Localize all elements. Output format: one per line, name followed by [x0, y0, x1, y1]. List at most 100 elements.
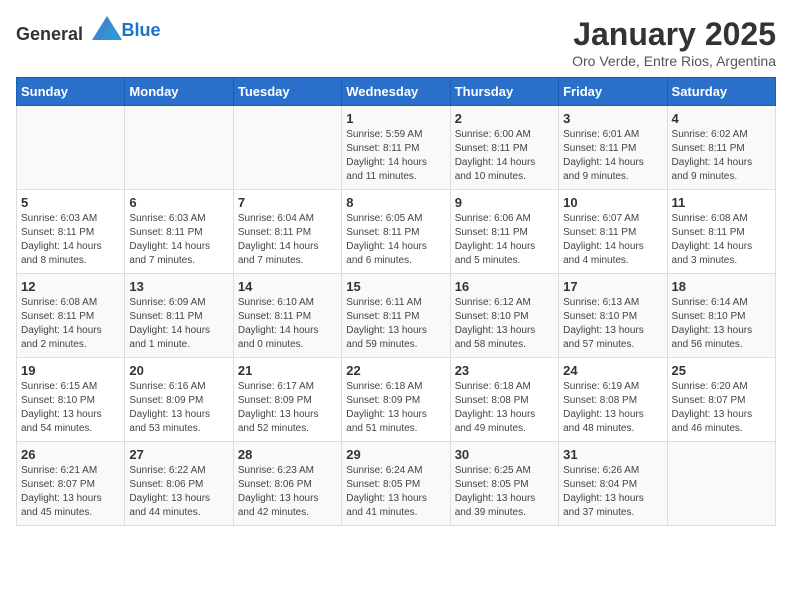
day-info: Sunrise: 6:10 AM Sunset: 8:11 PM Dayligh…: [238, 296, 337, 352]
day-info: Sunrise: 6:24 AM Sunset: 8:05 PM Dayligh…: [346, 464, 445, 520]
calendar-cell: 21Sunrise: 6:17 AM Sunset: 8:09 PM Dayli…: [233, 358, 341, 442]
calendar-cell: 12 Sunrise: 6:08 AM Sunset: 8:11 PM Dayli…: [17, 274, 125, 358]
calendar-cell: [17, 106, 125, 190]
day-number: 23: [455, 363, 554, 378]
day-info: Sunrise: 6:08 AM Sunset: 8:11 PM Dayligh…: [21, 296, 120, 352]
day-number: 10: [563, 195, 662, 210]
calendar-cell: 13Sunrise: 6:09 AM Sunset: 8:11 PM Dayli…: [125, 274, 233, 358]
day-info: Sunrise: 6:01 AM Sunset: 8:11 PM Dayligh…: [563, 128, 662, 184]
day-number: 18: [672, 279, 771, 294]
calendar-cell: 23 Sunrise: 6:18 AM Sunset: 8:08 PM Dayli…: [450, 358, 558, 442]
day-info: Sunrise: 6:19 AM Sunset: 8:08 PM Dayligh…: [563, 380, 662, 436]
day-number: 3: [563, 111, 662, 126]
calendar-cell: 16 Sunrise: 6:12 AM Sunset: 8:10 PM Dayli…: [450, 274, 558, 358]
calendar-cell: 14 Sunrise: 6:10 AM Sunset: 8:11 PM Dayli…: [233, 274, 341, 358]
day-number: 8: [346, 195, 445, 210]
calendar-cell: 22 Sunrise: 6:18 AM Sunset: 8:09 PM Dayli…: [342, 358, 450, 442]
week-row-0: 1 Sunrise: 5:59 AM Sunset: 8:11 PM Daylig…: [17, 106, 776, 190]
calendar-cell: 15 Sunrise: 6:11 AM Sunset: 8:11 PM Dayli…: [342, 274, 450, 358]
calendar-cell: 29 Sunrise: 6:24 AM Sunset: 8:05 PM Dayli…: [342, 442, 450, 526]
day-number: 19: [21, 363, 120, 378]
calendar-cell: 11 Sunrise: 6:08 AM Sunset: 8:11 PM Dayli…: [667, 190, 775, 274]
header-thursday: Thursday: [450, 78, 558, 106]
day-info: Sunrise: 6:07 AM Sunset: 8:11 PM Dayligh…: [563, 212, 662, 268]
day-number: 11: [672, 195, 771, 210]
day-number: 2: [455, 111, 554, 126]
logo-blue: Blue: [122, 20, 161, 40]
calendar-title: January 2025: [572, 16, 776, 53]
day-number: 1: [346, 111, 445, 126]
header-friday: Friday: [559, 78, 667, 106]
day-info: Sunrise: 6:18 AM Sunset: 8:08 PM Dayligh…: [455, 380, 554, 436]
day-number: 24: [563, 363, 662, 378]
day-number: 9: [455, 195, 554, 210]
day-info: Sunrise: 6:04 AM Sunset: 8:11 PM Dayligh…: [238, 212, 337, 268]
day-number: 15: [346, 279, 445, 294]
day-number: 12: [21, 279, 120, 294]
week-row-3: 19 Sunrise: 6:15 AM Sunset: 8:10 PM Dayli…: [17, 358, 776, 442]
day-info: Sunrise: 6:00 AM Sunset: 8:11 PM Dayligh…: [455, 128, 554, 184]
day-info: Sunrise: 6:06 AM Sunset: 8:11 PM Dayligh…: [455, 212, 554, 268]
day-info: Sunrise: 6:14 AM Sunset: 8:10 PM Dayligh…: [672, 296, 771, 352]
title-block: January 2025 Oro Verde, Entre Rios, Arge…: [572, 16, 776, 69]
day-number: 22: [346, 363, 445, 378]
day-info: Sunrise: 6:08 AM Sunset: 8:11 PM Dayligh…: [672, 212, 771, 268]
day-number: 25: [672, 363, 771, 378]
calendar-cell: 5 Sunrise: 6:03 AM Sunset: 8:11 PM Daylig…: [17, 190, 125, 274]
day-info: Sunrise: 6:11 AM Sunset: 8:11 PM Dayligh…: [346, 296, 445, 352]
day-number: 5: [21, 195, 120, 210]
day-number: 4: [672, 111, 771, 126]
calendar-subtitle: Oro Verde, Entre Rios, Argentina: [572, 53, 776, 69]
day-info: Sunrise: 5:59 AM Sunset: 8:11 PM Dayligh…: [346, 128, 445, 184]
day-info: Sunrise: 6:16 AM Sunset: 8:09 PM Dayligh…: [129, 380, 228, 436]
page-header: General Blue January 2025 Oro Verde, Ent…: [16, 16, 776, 69]
day-info: Sunrise: 6:17 AM Sunset: 8:09 PM Dayligh…: [238, 380, 337, 436]
day-number: 20: [129, 363, 228, 378]
calendar-cell: 28Sunrise: 6:23 AM Sunset: 8:06 PM Dayli…: [233, 442, 341, 526]
calendar-cell: 3 Sunrise: 6:01 AM Sunset: 8:11 PM Daylig…: [559, 106, 667, 190]
day-info: Sunrise: 6:26 AM Sunset: 8:04 PM Dayligh…: [563, 464, 662, 520]
calendar-cell: 10 Sunrise: 6:07 AM Sunset: 8:11 PM Dayli…: [559, 190, 667, 274]
calendar-cell: 31 Sunrise: 6:26 AM Sunset: 8:04 PM Dayli…: [559, 442, 667, 526]
calendar-cell: 20 Sunrise: 6:16 AM Sunset: 8:09 PM Dayli…: [125, 358, 233, 442]
day-info: Sunrise: 6:22 AM Sunset: 8:06 PM Dayligh…: [129, 464, 228, 520]
day-info: Sunrise: 6:02 AM Sunset: 8:11 PM Dayligh…: [672, 128, 771, 184]
day-info: Sunrise: 6:21 AM Sunset: 8:07 PM Dayligh…: [21, 464, 120, 520]
day-number: 31: [563, 447, 662, 462]
day-info: Sunrise: 6:03 AM Sunset: 8:11 PM Dayligh…: [21, 212, 120, 268]
calendar-cell: 17Sunrise: 6:13 AM Sunset: 8:10 PM Dayli…: [559, 274, 667, 358]
day-info: Sunrise: 6:18 AM Sunset: 8:09 PM Dayligh…: [346, 380, 445, 436]
day-info: Sunrise: 6:12 AM Sunset: 8:10 PM Dayligh…: [455, 296, 554, 352]
header-sunday: Sunday: [17, 78, 125, 106]
day-number: 7: [238, 195, 337, 210]
day-number: 13: [129, 279, 228, 294]
header-monday: Monday: [125, 78, 233, 106]
logo-general: General: [16, 24, 83, 44]
header-saturday: Saturday: [667, 78, 775, 106]
day-info: Sunrise: 6:03 AM Sunset: 8:11 PM Dayligh…: [129, 212, 228, 268]
calendar-header-row: SundayMondayTuesdayWednesdayThursdayFrid…: [17, 78, 776, 106]
calendar-cell: 2 Sunrise: 6:00 AM Sunset: 8:11 PM Daylig…: [450, 106, 558, 190]
day-info: Sunrise: 6:15 AM Sunset: 8:10 PM Dayligh…: [21, 380, 120, 436]
calendar-cell: 6Sunrise: 6:03 AM Sunset: 8:11 PM Daylig…: [125, 190, 233, 274]
calendar-cell: 27 Sunrise: 6:22 AM Sunset: 8:06 PM Dayli…: [125, 442, 233, 526]
calendar-cell: 9 Sunrise: 6:06 AM Sunset: 8:11 PM Daylig…: [450, 190, 558, 274]
day-number: 29: [346, 447, 445, 462]
calendar-cell: 24 Sunrise: 6:19 AM Sunset: 8:08 PM Dayli…: [559, 358, 667, 442]
day-number: 30: [455, 447, 554, 462]
calendar-cell: [233, 106, 341, 190]
header-tuesday: Tuesday: [233, 78, 341, 106]
day-number: 28: [238, 447, 337, 462]
calendar-cell: 1 Sunrise: 5:59 AM Sunset: 8:11 PM Daylig…: [342, 106, 450, 190]
calendar-table: SundayMondayTuesdayWednesdayThursdayFrid…: [16, 77, 776, 526]
day-number: 16: [455, 279, 554, 294]
header-wednesday: Wednesday: [342, 78, 450, 106]
day-info: Sunrise: 6:25 AM Sunset: 8:05 PM Dayligh…: [455, 464, 554, 520]
calendar-cell: 7 Sunrise: 6:04 AM Sunset: 8:11 PM Daylig…: [233, 190, 341, 274]
day-number: 27: [129, 447, 228, 462]
day-info: Sunrise: 6:05 AM Sunset: 8:11 PM Dayligh…: [346, 212, 445, 268]
day-number: 26: [21, 447, 120, 462]
week-row-4: 26 Sunrise: 6:21 AM Sunset: 8:07 PM Dayli…: [17, 442, 776, 526]
day-number: 14: [238, 279, 337, 294]
calendar-cell: 8 Sunrise: 6:05 AM Sunset: 8:11 PM Daylig…: [342, 190, 450, 274]
